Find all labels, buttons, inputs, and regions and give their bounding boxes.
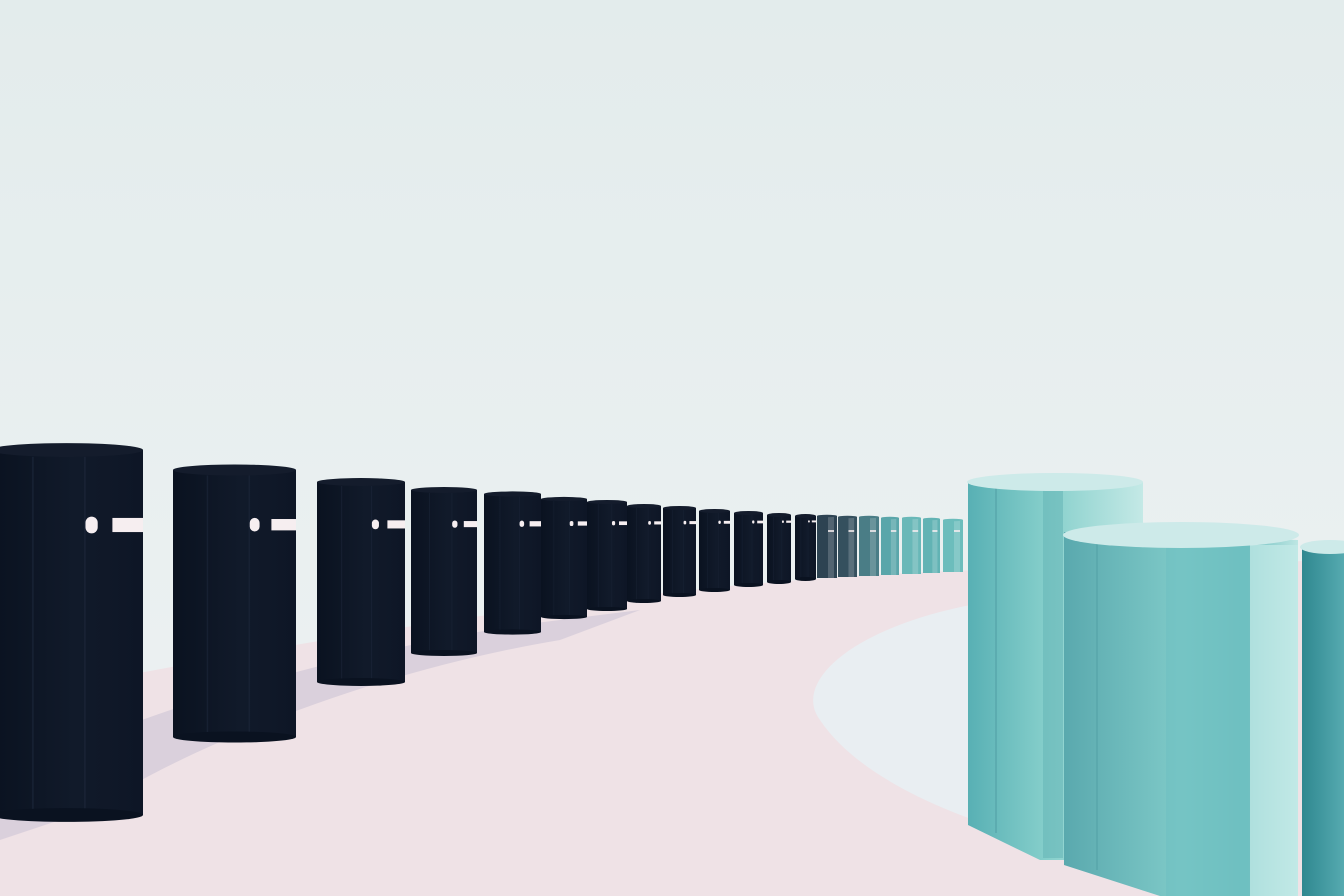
slot-dot [519,520,525,527]
slot-bar [112,517,143,533]
dark-pillar [767,513,791,584]
transition-pillar [817,514,837,578]
slot-dot [683,520,687,525]
slot-dot [85,516,98,534]
slot-bar [529,521,541,527]
dark-pillar [484,491,541,635]
slot-dot [249,517,260,532]
slot-dot [371,519,379,530]
dark-pillar [0,443,143,822]
slot-dot [569,520,574,527]
transition-pillar [902,516,921,574]
dark-pillar [663,506,696,597]
slot-bar [723,520,730,524]
slot-bar [811,520,816,523]
dark-pillar [173,464,296,743]
dark-pillar [699,509,730,592]
dark-pillar [541,496,587,620]
slot-bar [387,520,405,529]
slot-dot [808,520,810,523]
transition-pillar [881,516,899,575]
teal-pillar [1063,522,1299,896]
transition-pillar [943,518,963,572]
slot-bar [654,521,661,525]
slot-bar [619,521,627,526]
slot-bar [786,520,791,523]
transition-pillar [923,517,940,573]
scene-illustration [0,0,1344,896]
teal-pillar [1300,540,1344,896]
dark-pillar [734,511,763,587]
slot-bar [577,521,587,526]
dark-pillar [627,504,661,603]
slot-dot [452,520,458,528]
dark-pillar [411,487,477,656]
transition-pillar [838,515,857,577]
scene [0,0,1344,896]
slot-bar [689,521,696,525]
dark-pillar [317,478,405,686]
teal-pillar-cluster [967,473,1344,896]
slot-dot [781,520,784,524]
slot-dot [752,520,755,524]
dark-pillar [587,500,627,611]
slot-dot [718,520,721,525]
transition-pillar [859,515,879,576]
slot-bar [271,519,296,531]
dark-pillar [795,514,816,581]
slot-dot [648,521,651,525]
slot-bar [463,521,477,528]
slot-bar [757,520,763,524]
slot-dot [611,521,616,526]
